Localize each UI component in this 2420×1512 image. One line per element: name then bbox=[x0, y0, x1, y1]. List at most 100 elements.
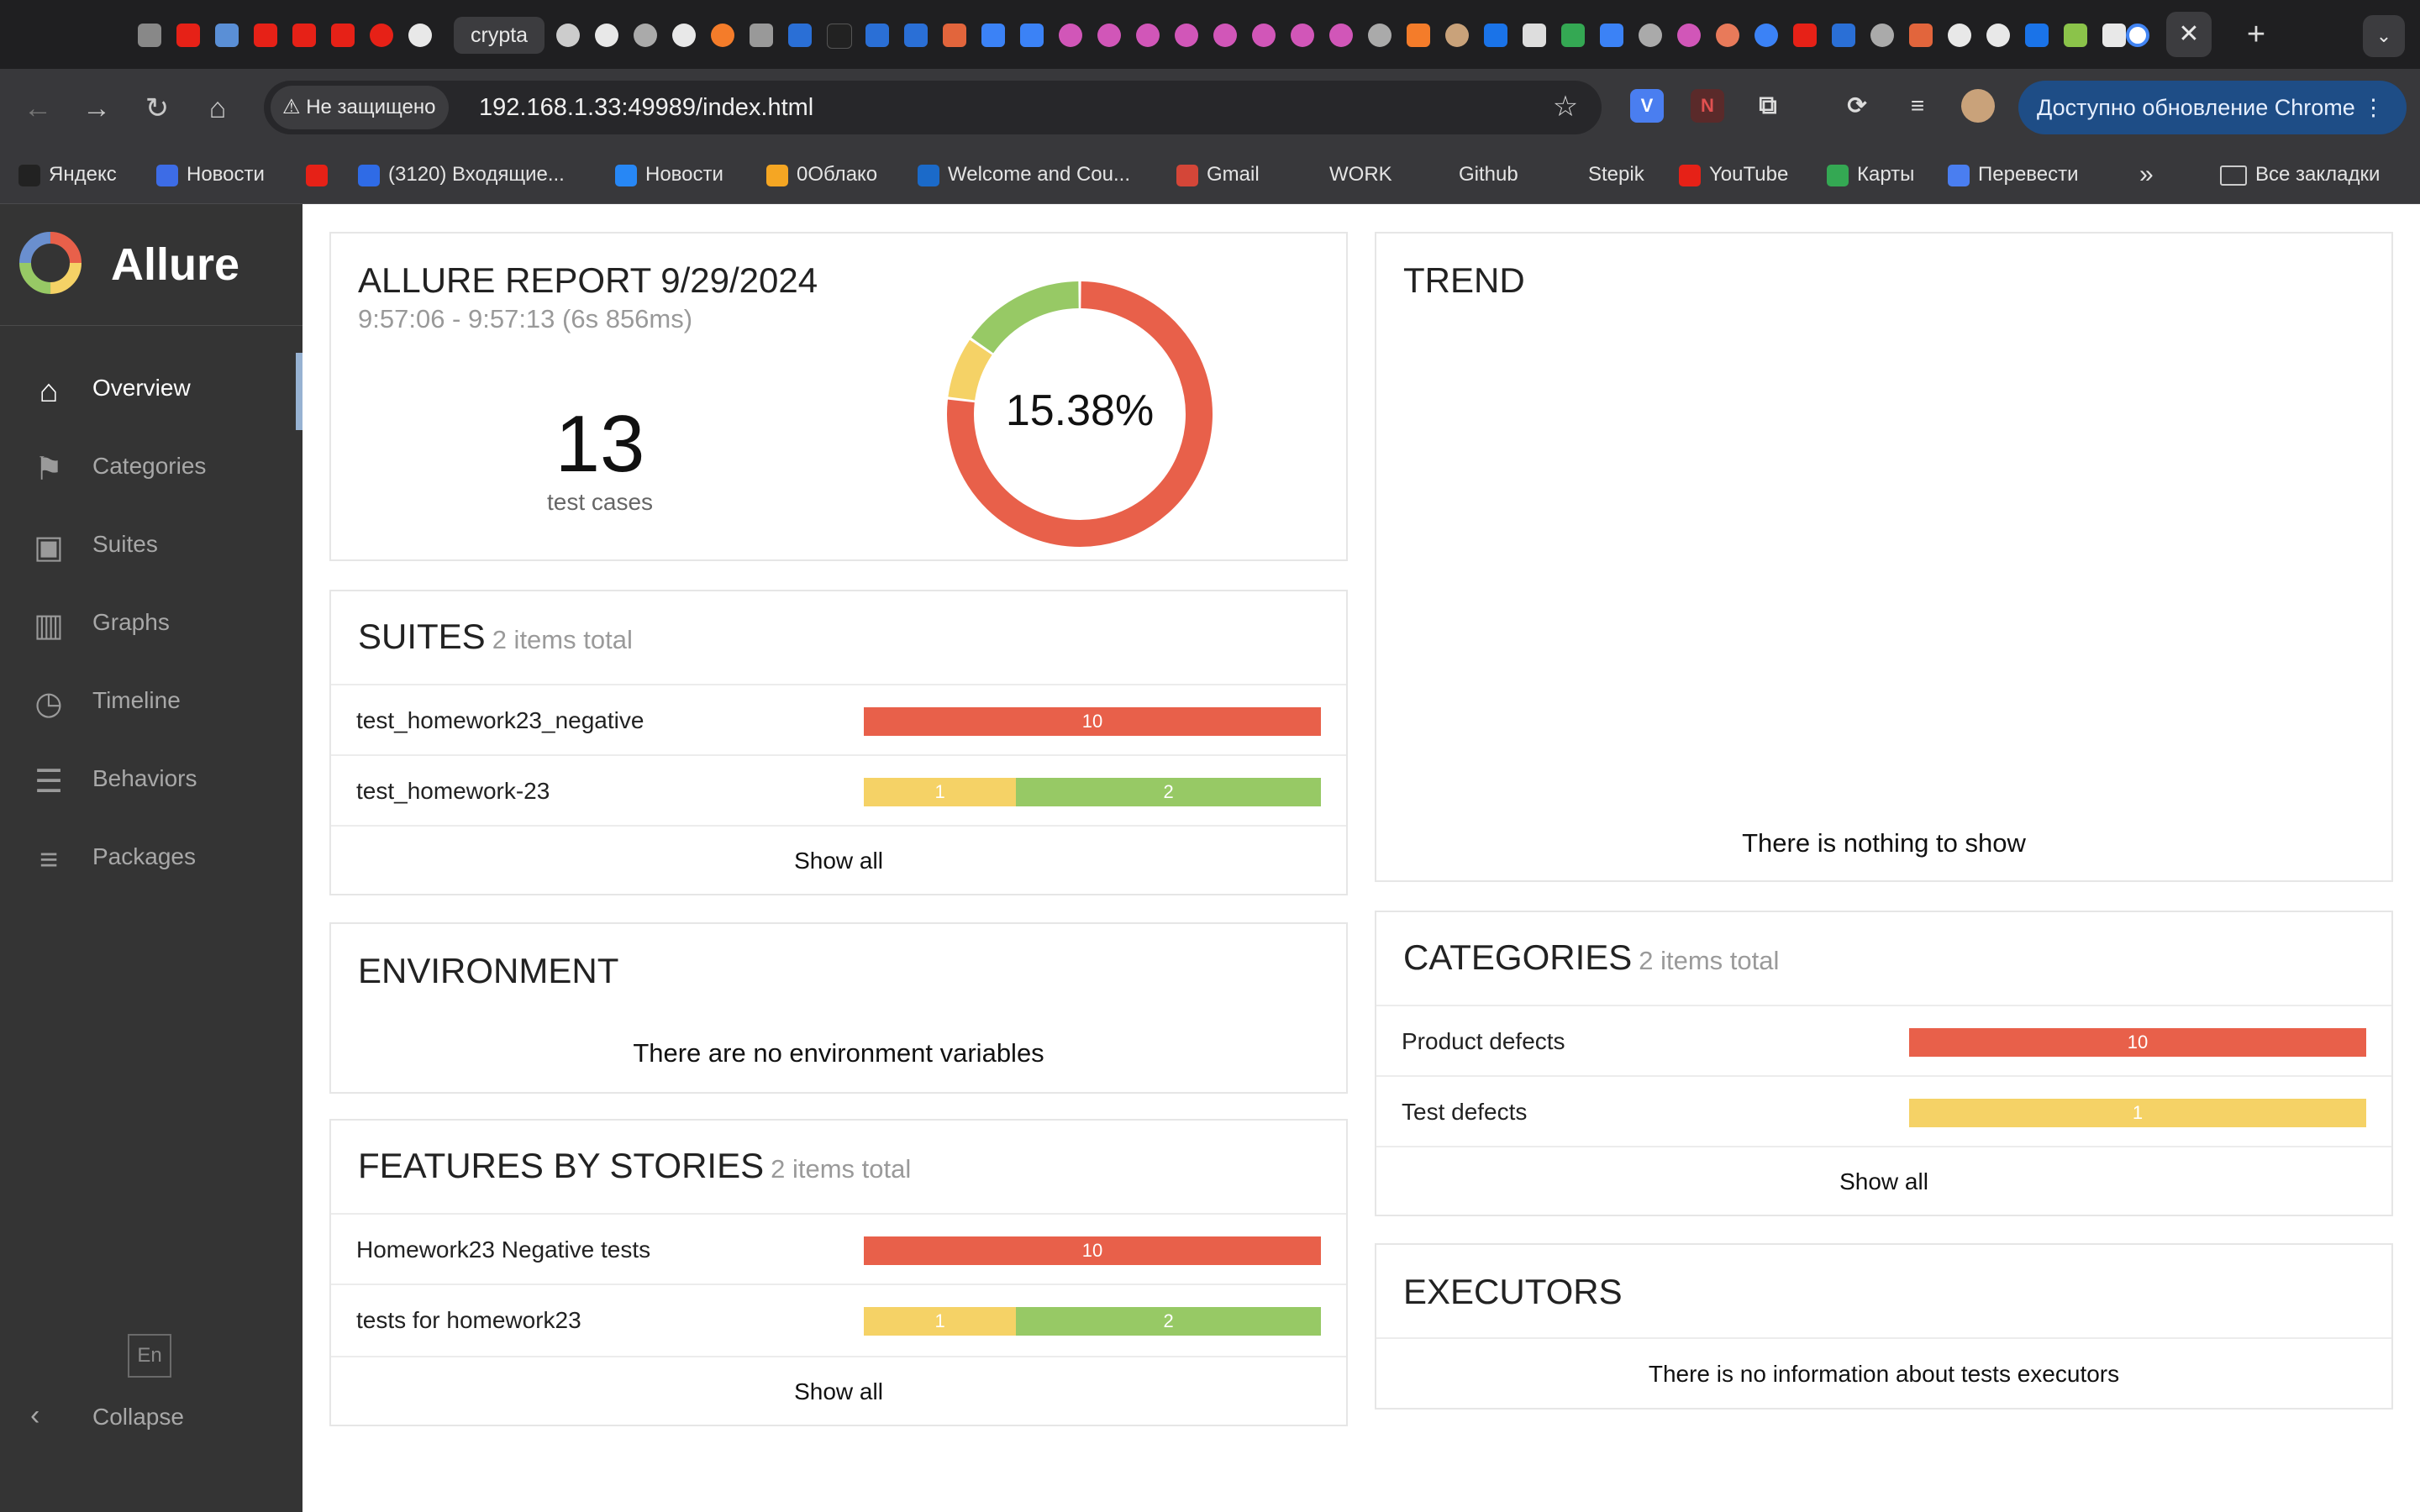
table-row[interactable]: tests for homework23 1 2 bbox=[331, 1284, 1346, 1354]
tab-favicon[interactable] bbox=[370, 24, 393, 47]
tab-favicon[interactable] bbox=[1716, 24, 1739, 47]
security-chip[interactable]: ⚠ Не защищено bbox=[271, 86, 450, 129]
v-extension-icon[interactable]: V bbox=[1630, 89, 1664, 123]
nav-item-packages[interactable]: ≡ Packages bbox=[0, 822, 302, 897]
gitlab-tab-icon[interactable] bbox=[943, 24, 966, 47]
broken-segment[interactable]: 1 bbox=[864, 1307, 1017, 1336]
failed-segment[interactable]: 10 bbox=[864, 707, 1321, 736]
table-row[interactable]: Product defects 10 bbox=[1376, 1005, 2391, 1075]
tab-favicon[interactable] bbox=[215, 24, 239, 47]
youtube-tab-icon[interactable] bbox=[292, 24, 316, 47]
address-bar[interactable] bbox=[264, 81, 1602, 134]
tab-favicon[interactable] bbox=[1136, 24, 1160, 47]
media-control-icon[interactable]: ≡ bbox=[1901, 89, 1934, 123]
bookmark-item[interactable]: Gmail bbox=[1176, 160, 1260, 190]
tab-favicon[interactable] bbox=[1097, 24, 1121, 47]
tab-favicon[interactable] bbox=[904, 24, 928, 47]
new-tab-button[interactable]: + bbox=[2233, 12, 2279, 57]
tab-favicon[interactable] bbox=[1523, 24, 1546, 47]
broken-arc[interactable] bbox=[948, 339, 992, 401]
forward-arrow-icon[interactable]: → bbox=[76, 87, 118, 129]
jira-tab-icon[interactable] bbox=[1020, 24, 1044, 47]
tab-favicon[interactable] bbox=[1175, 24, 1198, 47]
tab-favicon[interactable] bbox=[556, 24, 580, 47]
bookmark-item[interactable]: Карты bbox=[1827, 160, 1914, 190]
github-tab-icon[interactable] bbox=[595, 24, 618, 47]
bookmark-item[interactable]: WORK bbox=[1299, 160, 1392, 190]
github-tab-icon[interactable] bbox=[672, 24, 696, 47]
table-row[interactable]: Homework23 Negative tests 10 bbox=[331, 1213, 1346, 1284]
reload-icon[interactable]: ↻ bbox=[136, 87, 178, 129]
github-tab-icon[interactable] bbox=[408, 24, 432, 47]
nav-item-graphs[interactable]: ▥ Graphs bbox=[0, 587, 302, 663]
tab-favicon[interactable] bbox=[1445, 24, 1469, 47]
tab-favicon[interactable] bbox=[1213, 24, 1237, 47]
features-show-all-button[interactable]: Show all bbox=[331, 1356, 1346, 1426]
back-arrow-icon[interactable]: ← bbox=[17, 87, 59, 129]
all-bookmarks-button[interactable]: Все закладки bbox=[2220, 160, 2380, 190]
active-tab[interactable]: crypta bbox=[454, 17, 545, 54]
drive-tab-icon[interactable] bbox=[1561, 24, 1585, 47]
bookmark-item[interactable]: Welcome and Cou... bbox=[918, 160, 1130, 190]
jira-tab-icon[interactable] bbox=[981, 24, 1005, 47]
tab-favicon[interactable] bbox=[1252, 24, 1276, 47]
outlook-tab-icon[interactable] bbox=[2025, 24, 2049, 47]
home-browser-icon[interactable]: ⌂ bbox=[197, 87, 239, 129]
passed-arc[interactable] bbox=[971, 281, 1080, 354]
globe-tab-icon[interactable] bbox=[634, 24, 657, 47]
tab-favicon[interactable] bbox=[1677, 24, 1701, 47]
passed-segment[interactable]: 2 bbox=[1016, 1307, 1321, 1336]
tab-favicon[interactable] bbox=[2064, 24, 2087, 47]
more-bookmarks-button[interactable]: » bbox=[2139, 160, 2154, 190]
nav-item-timeline[interactable]: ◷ Timeline bbox=[0, 665, 302, 741]
tab-favicon[interactable] bbox=[827, 24, 852, 49]
broken-segment[interactable]: 1 bbox=[1909, 1099, 2366, 1127]
tab-favicon[interactable] bbox=[1600, 24, 1623, 47]
confluence-tab-icon[interactable] bbox=[788, 24, 812, 47]
nav-item-suites[interactable]: ▣ Suites bbox=[0, 509, 302, 585]
tab-favicon[interactable] bbox=[711, 24, 734, 47]
globe-tab-icon[interactable] bbox=[1870, 24, 1894, 47]
profile-avatar[interactable] bbox=[1961, 89, 1995, 123]
youtube-tab-icon[interactable] bbox=[1793, 24, 1817, 47]
bookmark-item[interactable]: YouTube bbox=[1679, 160, 1788, 190]
bookmark-item[interactable] bbox=[306, 160, 336, 190]
tab-favicon[interactable] bbox=[1832, 24, 1855, 47]
collapse-button[interactable]: ‹ Collapse bbox=[30, 1399, 184, 1432]
tab-search-icon[interactable]: ⌄ bbox=[2363, 15, 2405, 57]
bookmark-item[interactable]: Github bbox=[1428, 160, 1518, 190]
tab-favicon[interactable] bbox=[1754, 24, 1778, 47]
tab-favicon[interactable] bbox=[2102, 24, 2126, 47]
failed-segment[interactable]: 10 bbox=[864, 1236, 1321, 1265]
tab-favicon[interactable] bbox=[1329, 24, 1353, 47]
nav-item-overview[interactable]: ⌂ Overview bbox=[0, 353, 302, 428]
tab-favicon[interactable] bbox=[138, 24, 161, 47]
language-button[interactable]: En bbox=[128, 1334, 171, 1378]
outlook-tab-icon[interactable] bbox=[1484, 24, 1507, 47]
openai-tab-icon[interactable] bbox=[1948, 24, 1971, 47]
sync-icon[interactable]: ⟳ bbox=[1840, 89, 1874, 123]
close-tab-icon[interactable]: ✕ bbox=[2166, 12, 2212, 57]
tab-favicon[interactable] bbox=[1291, 24, 1314, 47]
table-row[interactable]: test_homework23_negative 10 bbox=[331, 684, 1346, 754]
url-text[interactable]: 192.168.1.33:49989/index.html bbox=[479, 89, 813, 126]
globe-tab-icon[interactable] bbox=[1368, 24, 1392, 47]
tab-favicon[interactable] bbox=[1986, 24, 2010, 47]
bookmark-item[interactable]: (3120) Входящие... bbox=[358, 160, 565, 190]
bookmark-item[interactable]: 0Облако bbox=[766, 160, 877, 190]
tab-favicon[interactable] bbox=[865, 24, 889, 47]
bookmark-item[interactable]: Перевести bbox=[1948, 160, 2079, 190]
extensions-puzzle-icon[interactable]: ⧉ bbox=[1751, 89, 1785, 123]
tab-favicon[interactable] bbox=[1059, 24, 1082, 47]
tab-favicon[interactable] bbox=[1407, 24, 1430, 47]
table-row[interactable]: Test defects 1 bbox=[1376, 1075, 2391, 1146]
gitlab-tab-icon[interactable] bbox=[1909, 24, 1933, 47]
tab-favicon[interactable] bbox=[750, 24, 773, 47]
bookmark-item[interactable]: Новости bbox=[615, 160, 723, 190]
bookmark-item[interactable]: Яндекс bbox=[18, 160, 117, 190]
bookmark-item[interactable]: Stepik bbox=[1558, 160, 1644, 190]
globe-tab-icon[interactable] bbox=[1639, 24, 1662, 47]
broken-segment[interactable]: 1 bbox=[864, 778, 1017, 806]
extension-icon[interactable]: N bbox=[1691, 89, 1724, 123]
failed-segment[interactable]: 10 bbox=[1909, 1028, 2366, 1057]
